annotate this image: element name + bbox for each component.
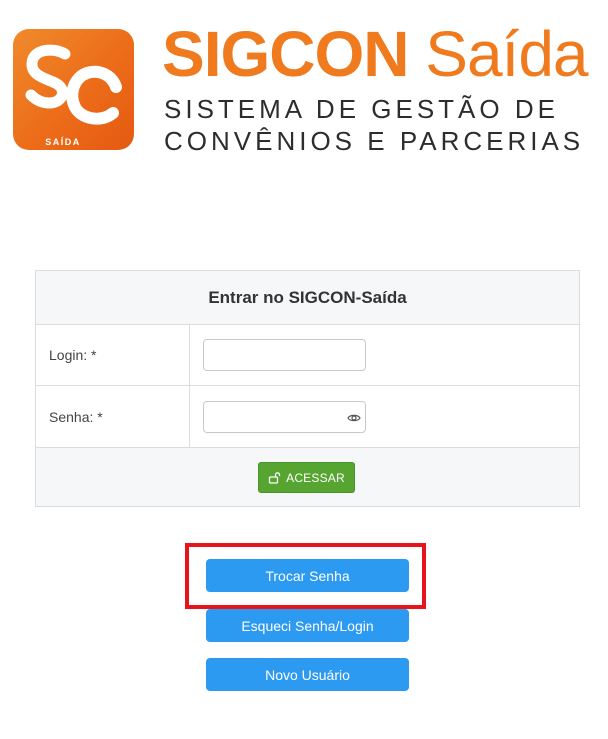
login-input[interactable] xyxy=(203,339,366,371)
logo-subtext: SAÍDA xyxy=(45,137,81,147)
row-divider xyxy=(189,325,190,385)
unlock-icon xyxy=(268,471,281,484)
login-label: Login: * xyxy=(49,347,97,363)
acessar-label: ACESSAR xyxy=(286,470,345,485)
new-user-button[interactable]: Novo Usuário xyxy=(206,658,409,691)
sc-logo-mark-icon xyxy=(25,44,122,125)
brand-title-light: Saída xyxy=(425,18,588,90)
login-panel-title: Entrar no SIGCON-Saída xyxy=(36,271,579,325)
forgot-password-button[interactable]: Esqueci Senha/Login xyxy=(206,609,409,642)
row-divider xyxy=(189,386,190,447)
change-password-button[interactable]: Trocar Senha xyxy=(206,559,409,592)
brand-subtitle-line2: CONVÊNIOS E PARCERIAS xyxy=(164,126,585,156)
senha-input[interactable] xyxy=(203,401,366,433)
acessar-button[interactable]: ACESSAR xyxy=(258,462,355,493)
login-row: Login: * xyxy=(36,325,579,386)
brand-subtitle-line1: SISTEMA DE GESTÃO DE xyxy=(164,94,559,124)
senha-row: Senha: * xyxy=(36,386,579,448)
login-panel: Entrar no SIGCON-Saída Login: * Senha: *… xyxy=(35,270,580,507)
login-panel-footer: ACESSAR xyxy=(36,448,579,506)
senha-label: Senha: * xyxy=(49,408,103,425)
eye-icon[interactable] xyxy=(347,411,361,423)
sigcon-logo: SAÍDA xyxy=(13,29,134,150)
brand-title-bold: SIGCON xyxy=(162,18,409,90)
brand-title: SIGCON Saída xyxy=(162,18,589,90)
